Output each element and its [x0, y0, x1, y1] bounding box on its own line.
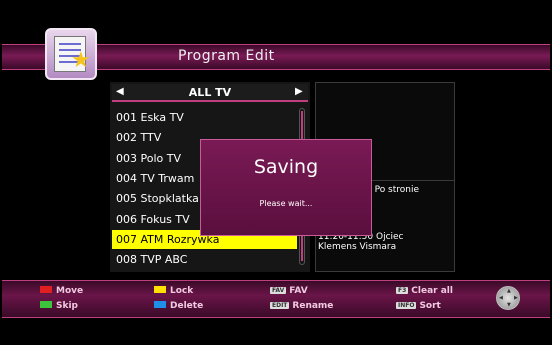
arrow-right-icon[interactable]: ▶ — [295, 84, 303, 100]
star-icon: ★ — [71, 48, 91, 73]
hint-fav[interactable]: FAV FAV — [270, 286, 308, 296]
program-edit-icon: ★ — [45, 28, 97, 80]
blue-key-icon — [154, 301, 166, 308]
hint-sort[interactable]: INFO Sort — [396, 301, 441, 311]
epg-next-title: Klemens Vismara — [318, 242, 397, 252]
dialog-message: Please wait... — [259, 199, 313, 208]
hint-lock[interactable]: Lock — [154, 286, 193, 296]
hint-move[interactable]: Move — [40, 286, 83, 296]
hint-delete[interactable]: Delete — [154, 301, 203, 311]
yellow-key-icon — [154, 286, 166, 293]
hint-skip[interactable]: Skip — [40, 301, 78, 311]
hint-rename[interactable]: EDIT Rename — [270, 301, 333, 311]
edit-key-icon: EDIT — [270, 302, 290, 309]
navigation-pad-icon: ▲ ▼ ◀ ▶ — [496, 286, 520, 310]
red-key-icon — [40, 286, 52, 293]
info-key-icon: INFO — [396, 302, 417, 309]
saving-dialog: Saving Please wait... — [200, 139, 372, 236]
group-selector[interactable]: ◀ ALL TV ▶ — [112, 84, 308, 102]
f3-key-icon: F3 — [396, 287, 409, 294]
channel-row[interactable]: 001 Eska TV — [112, 108, 297, 127]
program-edit-screen: ★ Program Edit ◀ ALL TV ▶ 001 Eska TV 002… — [0, 0, 552, 345]
fav-key-icon: FAV — [270, 287, 287, 294]
channel-row[interactable]: 008 TVP ABC — [112, 250, 297, 269]
green-key-icon — [40, 301, 52, 308]
page-title: Program Edit — [178, 48, 275, 64]
dialog-title: Saving — [253, 156, 319, 178]
hint-clear-all[interactable]: F3 Clear all — [396, 286, 453, 296]
group-label: ALL TV — [188, 86, 232, 99]
